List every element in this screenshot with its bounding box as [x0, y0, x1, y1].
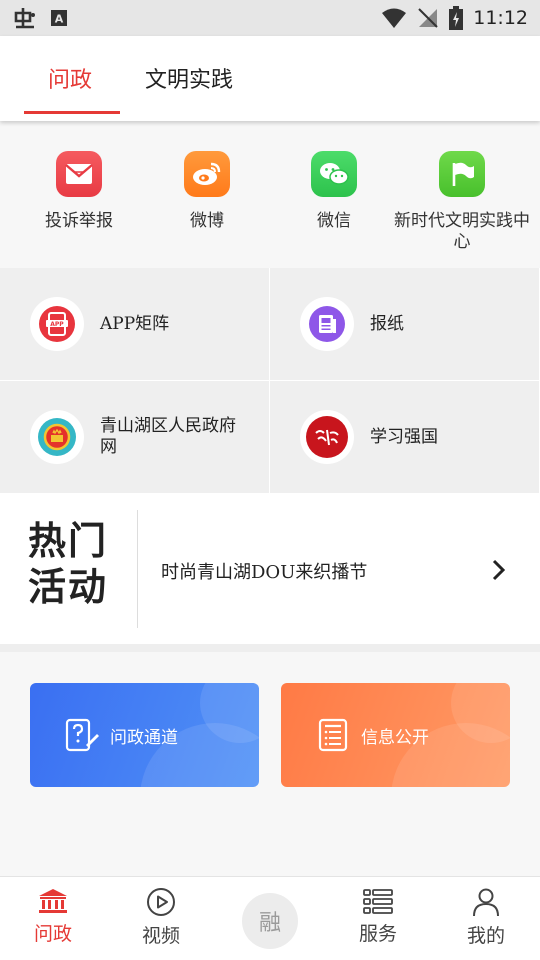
- grid-label: 青山湖区人民政府网: [100, 416, 236, 457]
- newspaper-icon: [300, 297, 354, 351]
- document-list-icon: [318, 718, 348, 752]
- weibo-icon: [184, 151, 230, 197]
- no-signal-icon: [418, 8, 438, 28]
- section-separator: [0, 644, 540, 652]
- app-matrix-icon: APP: [30, 297, 84, 351]
- play-circle-icon: [147, 888, 175, 916]
- active-tab-indicator: [24, 111, 120, 114]
- tab-wenzheng[interactable]: 问政: [48, 62, 92, 94]
- hot-activity-item[interactable]: 时尚青山湖DOU来织播节: [161, 558, 367, 584]
- channel-civilization-center[interactable]: 新时代文明实践中心: [394, 151, 530, 253]
- xuexi-qiangguo-icon: [300, 410, 354, 464]
- grid-label: 报纸: [370, 313, 404, 334]
- hot-activity-title: 热门 活动: [28, 518, 108, 610]
- government-building-icon: [39, 889, 67, 913]
- card-wenzheng-channel[interactable]: 问政通道: [30, 683, 259, 787]
- grid-item-newspaper[interactable]: 报纸: [270, 268, 540, 381]
- svg-text:APP: APP: [50, 321, 64, 328]
- tab-wenming-shijian[interactable]: 文明实践: [145, 62, 233, 94]
- clock: 11:12: [473, 7, 528, 29]
- hot-title-line1: 热门: [28, 519, 109, 563]
- nav-label: 我的: [466, 925, 505, 947]
- grid-label: 学习强国: [370, 426, 438, 447]
- nav-item-service[interactable]: 服务: [338, 887, 418, 946]
- svg-text:A: A: [55, 13, 64, 26]
- question-phone-icon: [65, 718, 99, 752]
- hot-activity-section: 热门 活动 时尚青山湖DOU来织播节: [0, 494, 540, 644]
- hot-title-line2: 活动: [28, 565, 109, 609]
- grid-item-xuexi-qiangguo[interactable]: 学习强国: [270, 381, 540, 494]
- service-list-icon: [363, 889, 393, 914]
- flag-icon: [439, 151, 485, 197]
- nav-item-wenzheng[interactable]: 问政: [13, 887, 93, 946]
- top-tab-bar: 问政 文明实践: [0, 36, 540, 121]
- grid-item-app-matrix[interactable]: APP APP矩阵: [0, 268, 270, 381]
- grid-label: APP矩阵: [100, 313, 170, 334]
- channel-label: 投诉举报: [45, 211, 113, 231]
- nav-label: 问政: [33, 923, 72, 945]
- quick-channels: 投诉举报 微博 微信 新时代文明实践中心: [0, 121, 540, 268]
- channel-weibo[interactable]: 微博: [142, 151, 272, 232]
- wechat-icon: [311, 151, 357, 197]
- battery-charging-icon: [449, 6, 464, 30]
- channel-wechat[interactable]: 微信: [269, 151, 399, 232]
- card-label: 信息公开: [361, 727, 429, 748]
- nav-center-rong[interactable]: 融: [242, 893, 298, 949]
- channel-complaint[interactable]: 投诉举报: [14, 151, 144, 232]
- status-bar: A 11:12: [0, 0, 540, 36]
- divider: [137, 510, 138, 628]
- nav-label: 视频: [141, 925, 180, 947]
- channel-label: 新时代文明实践中心: [394, 211, 530, 252]
- channel-label: 微博: [190, 211, 224, 231]
- grid-item-district-government[interactable]: 青山湖区人民政府网: [0, 381, 270, 494]
- keyboard-a-icon: A: [51, 10, 67, 26]
- user-icon: [473, 888, 499, 917]
- nav-item-video[interactable]: 视频: [121, 887, 201, 948]
- service-grid: APP APP矩阵 报纸 青山湖区人民政府网 学习强国: [0, 268, 540, 494]
- wifi-icon: [382, 8, 407, 28]
- card-label: 问政通道: [110, 727, 178, 748]
- nav-label: 服务: [358, 923, 397, 945]
- chevron-right-icon[interactable]: [488, 558, 508, 582]
- rong-center-icon: 融: [258, 911, 281, 936]
- bottom-navigation: 问政 视频 融 服务 我的: [0, 876, 540, 960]
- app-notification-icon: [14, 8, 35, 29]
- nav-item-mine[interactable]: 我的: [446, 887, 526, 948]
- national-emblem-icon: [30, 410, 84, 464]
- channel-label: 微信: [317, 211, 351, 231]
- card-info-disclosure[interactable]: 信息公开: [281, 683, 510, 787]
- envelope-icon: [56, 151, 102, 197]
